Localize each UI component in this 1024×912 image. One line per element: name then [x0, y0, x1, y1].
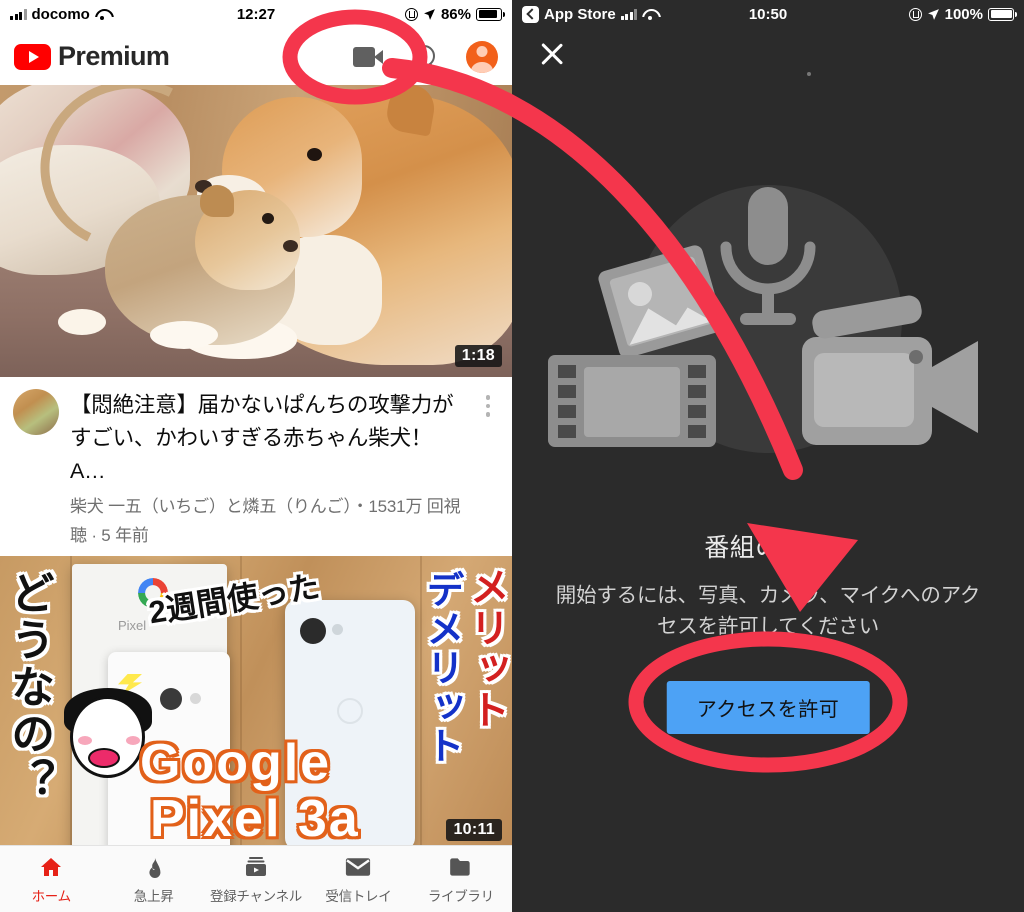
youtube-app-screen: docomo 12:27 86% Premium 1:18 【悶絶注意】届かない…: [0, 0, 512, 912]
video-thumbnail-pixel[interactable]: Pixel どうなの？ 2週間使った メリット デメリット Google Pix…: [0, 556, 512, 851]
nav-item-inbox[interactable]: 受信トレイ: [307, 854, 409, 905]
battery-percent-label: 86%: [440, 5, 471, 23]
back-to-app-store[interactable]: App Store: [522, 5, 616, 23]
permission-title: 番組の作成: [704, 534, 832, 562]
puppy-ear: [200, 185, 234, 217]
bottom-navigation: ホーム 急上昇 登録チャンネル 受信トレイ ライブラリ: [0, 845, 512, 912]
pixel-fingerprint-sensor: [337, 698, 363, 724]
youtube-header: Premium: [0, 28, 512, 85]
subscriptions-icon: [243, 854, 269, 880]
face-sticker-mouth: [88, 748, 120, 768]
photo-image-icon: [598, 245, 724, 358]
face-cheek-right: [126, 736, 140, 745]
video-camera-icon[interactable]: [353, 46, 383, 67]
signal-bars-icon-right: [620, 8, 638, 20]
status-bar-right-right-group: 100%: [908, 5, 1017, 23]
lock-rotation-icon-right: [908, 7, 922, 21]
nav-item-subscriptions[interactable]: 登録チャンネル: [205, 854, 307, 905]
puppy-nose: [283, 240, 298, 252]
video-title[interactable]: 【悶絶注意】届かないぱんちの攻撃力がすごい、かわいすぎる赤ちゃん柴犬！A…: [70, 389, 466, 488]
nav-label-library: ライブラリ: [427, 888, 494, 904]
youtube-play-icon: [14, 43, 51, 70]
video-duration-badge: 1:18: [454, 345, 502, 367]
pixel-second-flash: [332, 624, 343, 635]
illustration-icons: [548, 187, 978, 447]
library-folder-icon: [448, 854, 474, 880]
puppy-paw-2: [58, 309, 106, 335]
home-icon: [38, 854, 64, 880]
video-camera-icon: [802, 295, 978, 445]
nav-label-trending: 急上昇: [133, 888, 174, 904]
status-bar-right-group: 86%: [404, 5, 505, 23]
video-info: 【悶絶注意】届かないぱんちの攻撃力がすごい、かわいすぎる赤ちゃん柴犬！A… 柴犬…: [70, 389, 466, 550]
flame-icon: [143, 854, 165, 880]
carrier-label: docomo: [31, 5, 90, 23]
pixel-flash-dot: [190, 693, 201, 704]
video-meta-row[interactable]: 【悶絶注意】届かないぱんちの攻撃力がすごい、かわいすぎる赤ちゃん柴犬！A… 柴犬…: [0, 377, 512, 556]
adult-shiba-eye: [307, 148, 322, 161]
channel-avatar[interactable]: [13, 389, 59, 435]
signal-bars-icon: [10, 8, 27, 20]
lock-rotation-icon: [404, 7, 418, 21]
video-thumbnail-dogs[interactable]: 1:18: [0, 85, 512, 377]
video-duration-badge-2: 10:11: [446, 819, 502, 841]
header-actions: [353, 40, 498, 73]
box-label: Pixel: [118, 618, 147, 633]
location-arrow-icon: [424, 8, 435, 20]
nav-label-subscriptions: 登録チャンネル: [210, 888, 303, 904]
permission-illustration: [512, 185, 1024, 475]
inbox-envelope-icon: [344, 854, 372, 880]
pixel-second-camera: [300, 618, 326, 644]
pixel-camera-dot: [160, 688, 182, 710]
status-bar-left-group: docomo: [10, 6, 110, 23]
dual-screenshot: docomo 12:27 86% Premium 1:18 【悶絶注意】届かない…: [0, 0, 1024, 912]
film-strip-icon: [548, 355, 716, 447]
status-bar-left: docomo 12:27 86%: [0, 0, 512, 28]
more-options-icon[interactable]: [477, 389, 499, 550]
battery-icon-right: [988, 7, 1017, 21]
nav-item-library[interactable]: ライブラリ: [410, 854, 512, 905]
microphone-icon: [720, 187, 816, 325]
nav-label-home: ホーム: [31, 888, 72, 904]
puppy-paw: [150, 321, 218, 349]
overlay-text-merit: メリット: [464, 566, 508, 730]
account-avatar[interactable]: [466, 40, 498, 73]
battery-icon: [476, 7, 505, 21]
overlay-text-dounano: どうなの？: [4, 570, 53, 805]
nav-label-inbox: 受信トレイ: [325, 888, 392, 904]
decorative-dot: [807, 72, 811, 76]
permission-description: 開始するには、写真、カメラ、マイクへのアクセスを許可してください: [555, 584, 981, 638]
puppy-eye: [262, 213, 274, 224]
permission-screen: App Store 10:50 100% 番組の作成 開始するには、写真、カメラ…: [512, 0, 1024, 912]
battery-percent-label-right: 100%: [944, 5, 983, 23]
allow-access-button[interactable]: アクセスを許可: [666, 681, 870, 734]
youtube-premium-logo[interactable]: Premium: [14, 41, 170, 72]
video-subtitle: 柴犬 一五（いちご）と燐五（りんご）・1531万 回視聴 · 5 年前: [70, 497, 461, 545]
overlay-text-google: Google: [140, 734, 332, 792]
search-icon[interactable]: [413, 45, 436, 68]
location-arrow-icon-right: [927, 8, 939, 20]
wifi-icon: [95, 9, 110, 20]
face-cheek-left: [78, 736, 92, 745]
wifi-icon-right: [642, 9, 657, 20]
overlay-text-demerit: デメリット: [420, 570, 462, 765]
status-bar-right: App Store 10:50 100%: [512, 0, 1024, 28]
nav-item-home[interactable]: ホーム: [0, 854, 102, 905]
premium-label: Premium: [58, 41, 170, 71]
back-chevron-icon: [522, 5, 539, 23]
nav-item-trending[interactable]: 急上昇: [102, 854, 204, 905]
overlay-text-pixel3a: Pixel 3a: [150, 790, 360, 848]
back-app-label: App Store: [544, 5, 616, 23]
status-bar-right-left-group: App Store: [522, 5, 657, 23]
close-icon[interactable]: [538, 40, 566, 68]
